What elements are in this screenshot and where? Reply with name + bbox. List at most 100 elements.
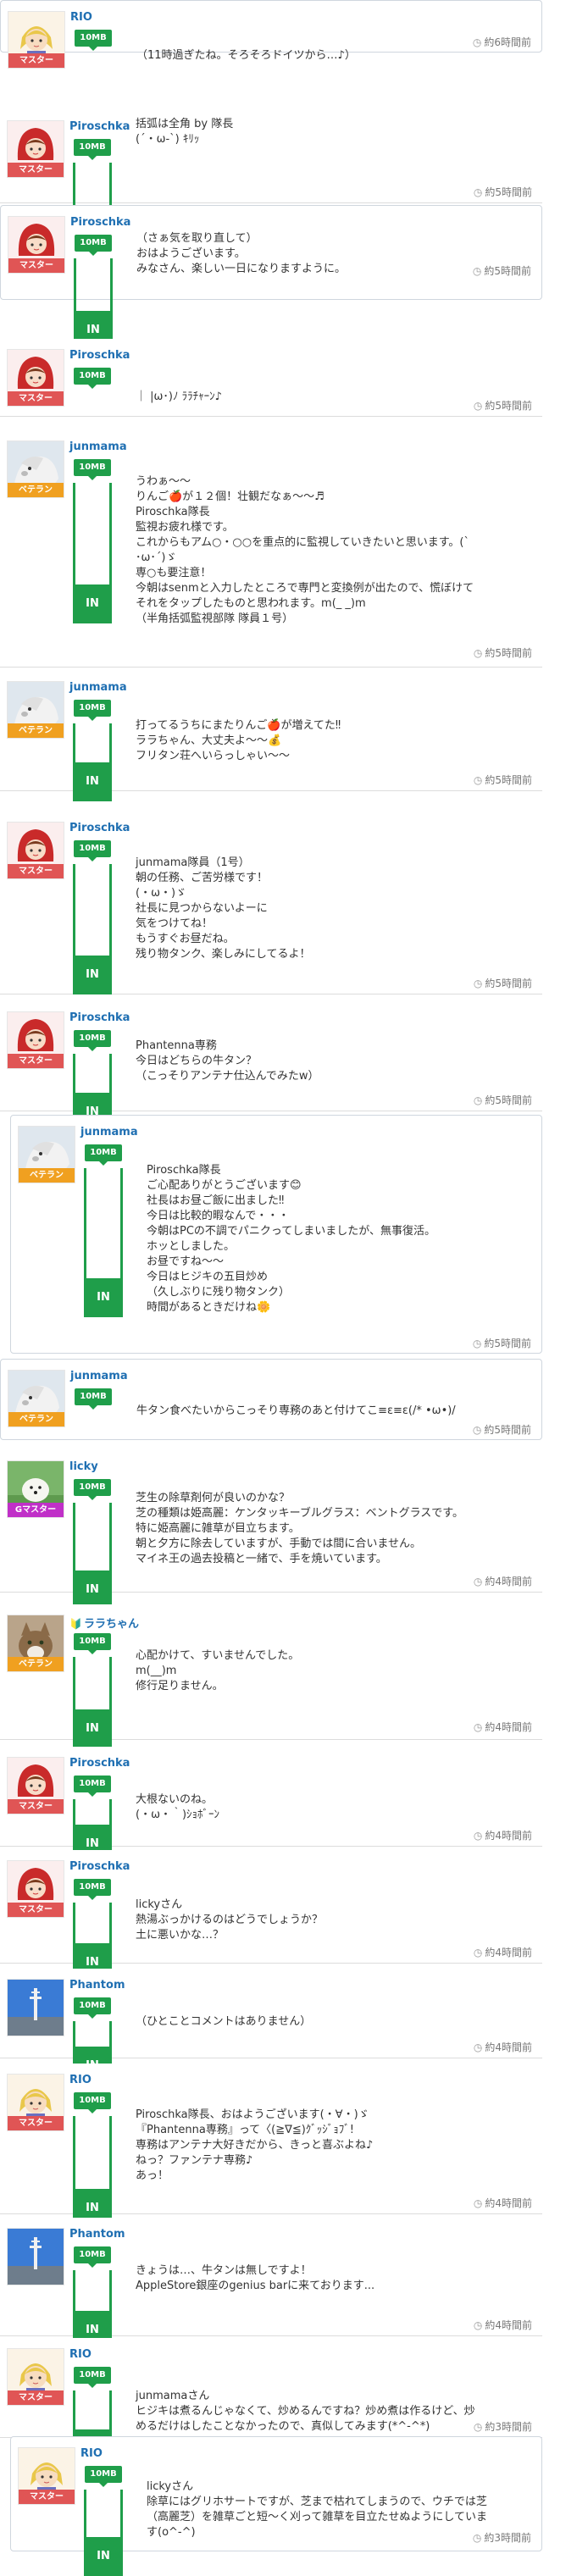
user-name-text: Piroschka [69, 349, 130, 362]
user-avatar[interactable]: マスター [7, 822, 64, 879]
post-item: ベテラン junmama 10MB 牛タン食べたいからこっそり専務のあと付けてこ≡ε≡… [0, 1359, 542, 1440]
storage-amount-label: 10MB [75, 30, 112, 51]
user-name-link[interactable]: Piroschka [69, 120, 130, 133]
user-name-link[interactable]: RIO [80, 2447, 103, 2460]
user-avatar[interactable]: ベテラン [7, 440, 64, 498]
user-name-link[interactable]: Piroschka [69, 1757, 130, 1770]
post-timestamp: ◷ 約4時間前 [474, 2318, 532, 2332]
clock-icon: ◷ [473, 2041, 483, 2053]
status-in-box: IN [84, 2537, 123, 2576]
user-name-link[interactable]: junmama [69, 440, 127, 453]
user-avatar[interactable]: Gマスター [7, 1460, 64, 1518]
user-name-link[interactable]: licky [69, 1460, 98, 1473]
storage-amount-label: 10MB [74, 1479, 111, 1500]
user-avatar[interactable]: ベテラン [7, 681, 64, 739]
user-name-text: Piroschka [69, 1011, 130, 1024]
rank-badge: ベテラン [8, 483, 64, 497]
user-avatar[interactable]: マスター [18, 2447, 75, 2505]
post-item: マスター Piroschka 10MB ｜ |ω･)ﾉ ﾗﾗﾁｬｰﾝ♪ ◷ 約5時間前 [0, 339, 542, 417]
user-name-link[interactable]: RIO [70, 11, 92, 24]
rank-badge: マスター [8, 1903, 64, 1917]
user-name-link[interactable]: Phantom [69, 2228, 125, 2241]
rank-badge: ベテラン [19, 1168, 75, 1183]
user-name-link[interactable]: junmama [69, 681, 127, 694]
user-avatar[interactable]: ベテラン [7, 1615, 64, 1672]
user-avatar[interactable] [7, 1979, 64, 2036]
post-item: マスター Piroschka 10MB IN Phantenna専務 今日はどちらの牛タ… [0, 1001, 542, 1132]
user-name-link[interactable]: RIO [69, 2074, 92, 2086]
user-name-link[interactable]: Piroschka [69, 1860, 130, 1873]
clock-icon: ◷ [473, 978, 483, 989]
post-message: 括弧は全角 by 隊長 (´・ω-`) ｷﾘｯ [136, 118, 234, 146]
rank-badge: マスター [8, 1054, 64, 1068]
rank-badge: マスター [19, 2490, 75, 2504]
post-timestamp: ◷ 約5時間前 [473, 1336, 531, 1350]
user-avatar[interactable]: マスター [7, 1011, 64, 1069]
post-timestamp: ◷ 約4時間前 [474, 1574, 532, 1588]
storage-widget: 10MB IN [71, 459, 114, 623]
user-avatar[interactable]: マスター [7, 1860, 64, 1918]
user-avatar[interactable]: マスター [8, 216, 65, 274]
rank-badge: ベテラン [8, 723, 64, 738]
storage-amount-label: 10MB [75, 235, 112, 256]
timestamp-text: 約4時間前 [485, 1576, 532, 1587]
user-avatar[interactable]: マスター [8, 11, 65, 69]
storage-track: IN [74, 258, 113, 350]
clock-icon: ◷ [473, 1947, 483, 1958]
user-name-text: RIO [80, 2447, 103, 2460]
user-name-link[interactable]: Piroschka [69, 349, 130, 362]
user-name-link[interactable]: 🔰 ララちゃん [69, 1615, 139, 1631]
storage-widget: 10MB IN [82, 1144, 125, 1317]
user-name-link[interactable]: Piroschka [69, 1011, 130, 1024]
storage-widget: 10MB [72, 1388, 114, 1410]
user-name-text: RIO [70, 11, 92, 24]
clock-icon: ◷ [473, 1721, 483, 1733]
post-message: （11時過ぎたね。そろそろドイツから…♪） [136, 49, 356, 62]
user-name-link[interactable]: junmama [70, 1370, 128, 1382]
post-timestamp: ◷ 約4時間前 [474, 2040, 532, 2054]
storage-track: IN [84, 1168, 123, 1317]
storage-amount-label: 10MB [74, 368, 111, 389]
post-item: マスター Piroschka 10MB IN 大根ないのね。 (・ω・｀)ｼｮﾎﾞｰﾝ ◷… [0, 1747, 542, 1864]
rank-badge: マスター [8, 864, 64, 878]
post-message: lickyさん 除草にはグリホサートですが、芝まで枯れてしまうので、ウチでは芝 … [147, 2480, 487, 2539]
user-avatar[interactable]: マスター [7, 2348, 64, 2406]
clock-icon: ◷ [473, 1576, 483, 1587]
post-message: junmama隊員（1号） 朝の任務、ご苦労様です！ (・ω・)ゞ 社長に見つか… [136, 856, 311, 961]
clock-icon: ◷ [473, 400, 483, 412]
user-avatar[interactable]: ベテラン [8, 1370, 65, 1427]
clock-icon: ◷ [472, 1338, 482, 1349]
clock-icon: ◷ [472, 1424, 482, 1436]
timestamp-text: 約5時間前 [484, 1424, 531, 1436]
user-avatar[interactable]: マスター [7, 1757, 64, 1814]
post-timestamp: ◷ 約5時間前 [474, 773, 532, 787]
post-message: lickyさん 熱湯ぶっかけるのはどうでしょうか？ 土に悪いかな…？ [136, 1898, 324, 1942]
user-name-link[interactable]: Phantom [69, 1979, 125, 1992]
user-name-text: licky [69, 1460, 98, 1473]
user-avatar[interactable]: ベテラン [18, 1126, 75, 1183]
post-timestamp: ◷ 約5時間前 [474, 398, 532, 413]
post-message: （さぁ気を取り直して） おはようございます。 みなさん、楽しい一日になりますよう… [136, 232, 347, 275]
user-name-link[interactable]: junmama [80, 1126, 138, 1138]
user-name-link[interactable]: Piroschka [70, 216, 130, 229]
user-name-text: junmama [69, 440, 127, 453]
user-name-link[interactable]: Piroschka [69, 822, 130, 834]
storage-amount-label: 10MB [85, 2466, 122, 2487]
post-timestamp: ◷ 約4時間前 [474, 2196, 532, 2210]
user-avatar[interactable]: マスター [7, 349, 64, 407]
user-avatar[interactable]: マスター [7, 120, 64, 178]
storage-amount-label: 10MB [74, 2246, 111, 2268]
clock-icon: ◷ [473, 774, 483, 786]
status-in-box: IN [73, 762, 112, 801]
post-item: マスターPiroschka10MBIN括弧は全角 by 隊長 (´・ω-`) ｷ… [0, 110, 542, 252]
user-avatar[interactable] [7, 2228, 64, 2285]
storage-amount-label: 10MB [74, 459, 111, 480]
user-name-link[interactable]: RIO [69, 2348, 92, 2361]
user-name-text: RIO [69, 2348, 92, 2361]
timestamp-text: 約5時間前 [485, 1094, 532, 1106]
post-message: ｜ |ω･)ﾉ ﾗﾗﾁｬｰﾝ♪ [136, 391, 222, 403]
user-avatar[interactable]: マスター [7, 2074, 64, 2131]
status-in-box: IN [73, 584, 112, 623]
status-in-box: IN [73, 956, 112, 994]
storage-amount-label: 10MB [74, 1633, 111, 1654]
